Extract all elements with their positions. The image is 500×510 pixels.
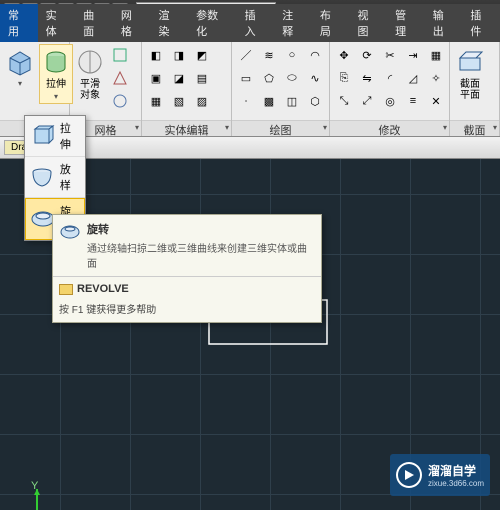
tab-view[interactable]: 视图 [349,4,387,42]
tab-surface[interactable]: 曲面 [75,4,113,42]
se-2[interactable]: ◨ [168,44,190,66]
revolve-icon [59,221,81,243]
d-pline[interactable]: ≋ [258,44,280,66]
d-pt[interactable]: ∙ [235,90,257,112]
m-scl[interactable]: ⤢ [356,90,378,112]
m-trim[interactable]: ✂ [379,44,401,66]
d-poly[interactable]: ⬠ [258,67,280,89]
ribbon-tabs: 常用 实体 曲面 网格 渲染 参数化 插入 注释 布局 视图 管理 输出 插件 [0,22,500,42]
m-copy[interactable]: ⎘ [333,67,355,89]
tooltip-command-row: REVOLVE [59,283,315,295]
smooth-icon [75,47,105,77]
m-rot[interactable]: ⟳ [356,44,378,66]
section-label: 截面 平面 [460,79,480,101]
box-button[interactable]: ▾ [3,44,37,91]
se-1[interactable]: ◧ [145,44,167,66]
tooltip-help: 按 F1 键获得更多帮助 [59,301,315,316]
panel-modify-label: 修改▾ [330,120,449,136]
m-str[interactable]: ⤡ [333,90,355,112]
se-3[interactable]: ◩ [191,44,213,66]
panel-modify: ✥⟳✂⇥▦ ⎘⇋◜◿✧ ⤡⤢◎≡✕ 修改▾ [330,42,450,136]
se-6[interactable]: ▤ [191,67,213,89]
tab-annotate[interactable]: 注释 [274,4,312,42]
section-button[interactable]: 截面 平面 [453,44,487,104]
watermark: 溜溜自学 zixue.3d66.com [390,454,490,496]
tab-solid[interactable]: 实体 [38,4,76,42]
d-hat[interactable]: ▩ [258,90,280,112]
watermark-sub: zixue.3d66.com [428,479,484,488]
extrude-label: 拉伸 [46,79,66,90]
d-spl[interactable]: ∿ [304,67,326,89]
watermark-title: 溜溜自学 [428,462,484,479]
play-icon [396,462,422,488]
extrude-icon [41,47,71,77]
tab-parametric[interactable]: 参数化 [188,4,236,42]
se-8[interactable]: ▧ [168,90,190,112]
tooltip-command: REVOLVE [77,283,129,295]
panel-section: 截面 平面 截面▾ [450,42,500,136]
se-5[interactable]: ◪ [168,67,190,89]
tab-manage[interactable]: 管理 [387,4,425,42]
m-fil[interactable]: ◜ [379,67,401,89]
loft-icon [29,165,56,189]
panel-draw: ／≋○◠ ▭⬠⬭∿ ∙▩◫⬡ 绘图▾ [232,42,330,136]
panel-section-label: 截面▾ [450,120,499,136]
m-del[interactable]: ✕ [425,90,447,112]
mesh-tool-3[interactable] [109,90,131,112]
d-rect[interactable]: ▭ [235,67,257,89]
se-7[interactable]: ▦ [145,90,167,112]
panel-solidedit: ◧◨◩ ▣◪▤ ▦▧▨ 实体编辑▾ [142,42,232,136]
extrude-button[interactable]: 拉伸 ▾ [39,44,73,104]
se-4[interactable]: ▣ [145,67,167,89]
flyout-loft[interactable]: 放样 [25,157,85,198]
panel-draw-label: 绘图▾ [232,120,329,136]
m-aln[interactable]: ≡ [402,90,424,112]
d-reg[interactable]: ◫ [281,90,303,112]
tab-common[interactable]: 常用 [0,4,38,42]
d-line[interactable]: ／ [235,44,257,66]
tab-output[interactable]: 输出 [425,4,463,42]
tab-layout[interactable]: 布局 [312,4,350,42]
m-xpl[interactable]: ✧ [425,67,447,89]
flyout-loft-label: 放样 [60,161,81,193]
section-icon [455,47,485,77]
m-off[interactable]: ◎ [379,90,401,112]
mesh-tool-2[interactable] [109,67,131,89]
tooltip: 旋转 通过绕轴扫掠二维或三维曲线来创建三维实体或曲面 REVOLVE 按 F1 … [52,214,322,323]
d-arc[interactable]: ◠ [304,44,326,66]
tooltip-title: 旋转 [87,221,315,237]
tab-plugins[interactable]: 插件 [462,4,500,42]
m-mir[interactable]: ⇋ [356,67,378,89]
tab-render[interactable]: 渲染 [151,4,189,42]
svg-text:Y: Y [31,480,39,492]
flyout-extrude[interactable]: 拉伸 [25,116,85,157]
extrude-icon [29,124,56,148]
box-icon [5,47,35,77]
flyout-extrude-label: 拉伸 [60,120,81,152]
m-cha[interactable]: ◿ [402,67,424,89]
d-hex[interactable]: ⬡ [304,90,326,112]
chevron-down-icon: ▾ [18,79,22,88]
command-icon [59,284,73,295]
ucs-icon: X Y [25,479,85,510]
d-ell[interactable]: ⬭ [281,67,303,89]
chevron-down-icon: ▾ [54,92,58,101]
tab-insert[interactable]: 插入 [237,4,275,42]
m-ext[interactable]: ⇥ [402,44,424,66]
se-9[interactable]: ▨ [191,90,213,112]
smooth-label: 平滑 对象 [80,79,100,101]
m-move[interactable]: ✥ [333,44,355,66]
tooltip-desc: 通过绕轴扫掠二维或三维曲线来创建三维实体或曲面 [87,240,315,270]
tab-mesh[interactable]: 网格 [113,4,151,42]
mesh-tool-1[interactable] [109,44,131,66]
panel-solidedit-label: 实体编辑▾ [142,120,231,136]
smooth-button[interactable]: 平滑 对象 [73,44,107,104]
d-circle[interactable]: ○ [281,44,303,66]
m-arr[interactable]: ▦ [425,44,447,66]
